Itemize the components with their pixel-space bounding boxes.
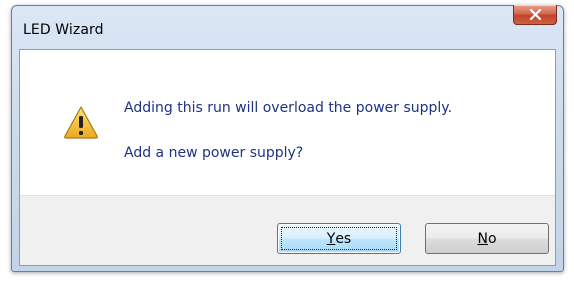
message-line-1: Adding this run will overload the power … <box>124 100 453 116</box>
window-title: LED Wizard <box>23 22 104 38</box>
yes-button-mnemonic: Y <box>326 230 336 247</box>
close-icon <box>529 9 542 20</box>
warning-icon <box>63 105 99 139</box>
no-button-mnemonic: N <box>477 230 488 247</box>
no-button[interactable]: No <box>425 223 549 254</box>
message-area: Adding this run will overload the power … <box>20 50 555 195</box>
dialog-window: LED Wizard Adding this run will overload… <box>11 5 564 272</box>
message-line-2: Add a new power supply? <box>124 145 304 161</box>
button-bar: Yes No <box>20 195 555 265</box>
no-button-label: o <box>487 230 497 247</box>
close-button[interactable] <box>513 5 557 25</box>
yes-button-label: es <box>335 230 352 247</box>
dialog-body: Adding this run will overload the power … <box>19 49 556 266</box>
yes-button[interactable]: Yes <box>277 223 401 254</box>
